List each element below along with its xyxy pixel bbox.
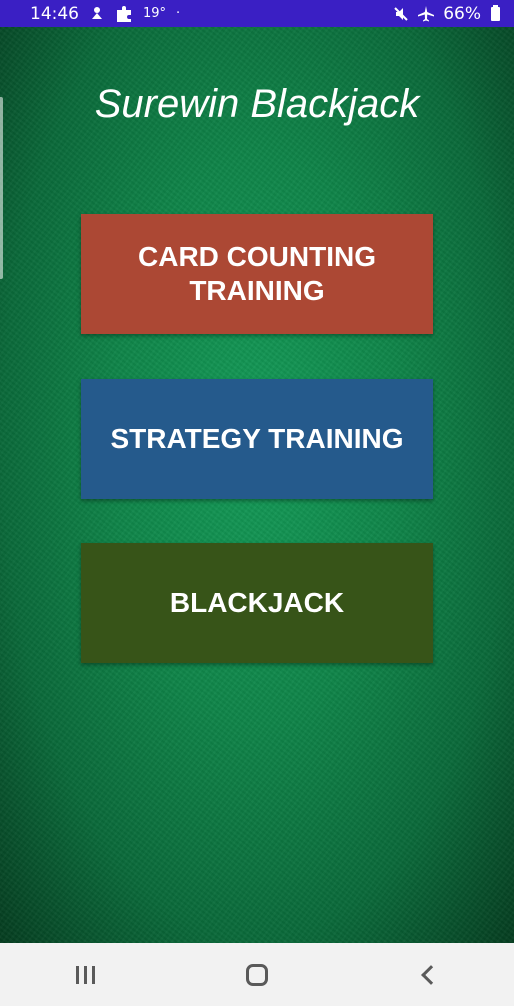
status-dot: · — [176, 6, 180, 21]
status-temperature: 19° — [143, 6, 166, 21]
puzzle-icon — [115, 5, 133, 23]
mute-icon — [393, 6, 409, 22]
back-button[interactable] — [398, 955, 458, 995]
battery-icon — [491, 7, 500, 21]
notification-icon — [89, 6, 105, 22]
status-right: 66% — [393, 4, 500, 24]
card-counting-training-button[interactable]: CARD COUNTING TRAINING — [81, 214, 433, 334]
recents-icon — [76, 966, 95, 984]
status-left: 14:46 19° · — [30, 4, 180, 24]
blackjack-button[interactable]: BLACKJACK — [81, 543, 433, 663]
status-battery-percent: 66% — [443, 4, 481, 24]
airplane-icon — [417, 5, 435, 23]
app-title: Surewin Blackjack — [0, 82, 514, 127]
home-icon — [246, 964, 268, 986]
back-icon — [421, 965, 441, 985]
recents-button[interactable] — [56, 955, 116, 995]
status-time: 14:46 — [30, 4, 79, 24]
strategy-training-button[interactable]: STRATEGY TRAINING — [81, 379, 433, 499]
status-bar: 14:46 19° · 66% — [0, 0, 514, 27]
home-button[interactable] — [227, 955, 287, 995]
navigation-bar — [0, 943, 514, 1006]
